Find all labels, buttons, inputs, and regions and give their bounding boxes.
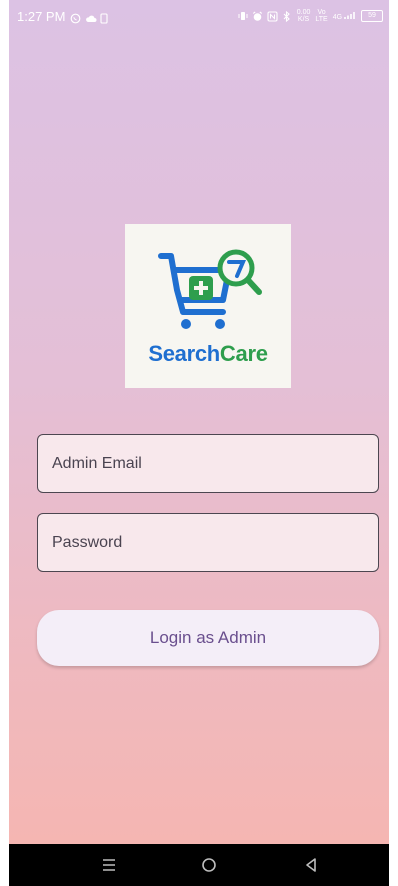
admin-email-input[interactable] — [38, 435, 378, 492]
app-screen: 1:27 PM 0.00 K/S Vo LTE 4G 59 SearchCare… — [9, 0, 389, 886]
signal-indicator: 4G — [333, 11, 356, 21]
network-speed-value: 0.00 — [296, 9, 311, 16]
battery-level: 59 — [368, 12, 376, 19]
network-type: 4G — [332, 14, 343, 21]
battery-icon: 59 — [361, 10, 383, 22]
app-background — [9, 0, 389, 844]
volte-label: Vo — [317, 9, 326, 16]
password-input[interactable] — [38, 514, 378, 571]
status-bar: 1:27 PM 0.00 K/S Vo LTE 4G 59 — [9, 0, 389, 34]
network-speed-unit: K/S — [297, 16, 310, 23]
brand-name-search: Search — [148, 341, 220, 366]
vibrate-icon — [237, 11, 248, 21]
back-icon[interactable] — [291, 852, 331, 878]
status-left: 1:27 PM — [17, 9, 110, 24]
cart-search-icon — [158, 249, 262, 329]
admin-email-field[interactable] — [37, 434, 379, 493]
password-field[interactable] — [37, 513, 379, 572]
navigation-bar — [9, 844, 389, 886]
brand-name-care: Care — [219, 341, 268, 366]
network-speed: 0.00 K/S — [297, 9, 311, 23]
login-as-admin-button[interactable]: Login as Admin — [37, 610, 379, 666]
nfc-icon — [267, 11, 278, 22]
lte-label: LTE — [315, 16, 328, 23]
cloud-icon — [85, 12, 97, 22]
status-right: 0.00 K/S Vo LTE 4G 59 — [237, 9, 383, 23]
app-logo: SearchCare — [125, 224, 291, 388]
alarm-icon — [252, 11, 262, 21]
menu-icon[interactable] — [89, 852, 129, 878]
bluetooth-icon — [282, 10, 292, 23]
whatsapp-icon — [70, 12, 81, 23]
sim-card-icon — [100, 12, 110, 24]
brand-name: SearchCare — [125, 341, 291, 367]
signal-icon — [344, 12, 355, 19]
home-icon[interactable] — [189, 852, 229, 878]
volte-indicator: Vo LTE — [315, 9, 327, 23]
status-time: 1:27 PM — [17, 9, 66, 24]
